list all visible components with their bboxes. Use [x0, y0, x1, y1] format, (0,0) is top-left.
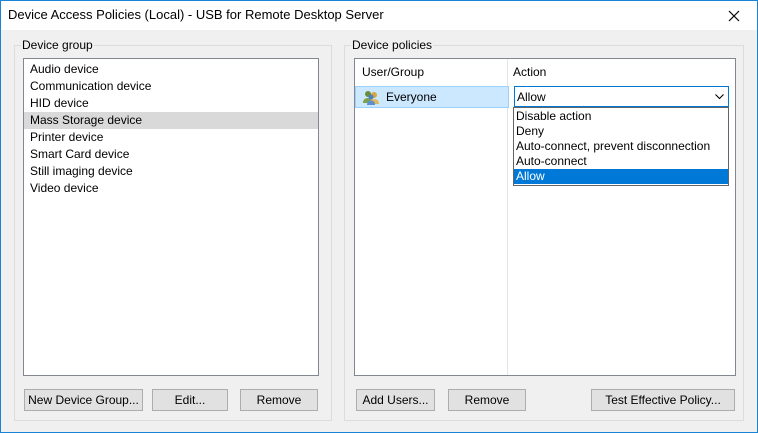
- action-combobox-value: Allow: [517, 89, 546, 104]
- list-item[interactable]: Mass Storage device: [24, 112, 318, 129]
- dialog-window: Device Access Policies (Local) - USB for…: [0, 0, 758, 433]
- device-policies-legend: Device policies: [351, 38, 434, 52]
- list-item[interactable]: HID device: [24, 95, 318, 112]
- list-item[interactable]: Smart Card device: [24, 146, 318, 163]
- list-item[interactable]: Still imaging device: [24, 163, 318, 180]
- column-divider-bottom: [507, 189, 508, 375]
- combo-arrow[interactable]: [710, 87, 728, 106]
- dropdown-option[interactable]: Disable action: [514, 109, 728, 124]
- policies-grid[interactable]: User/Group Action Everyone Allow: [354, 58, 736, 376]
- device-group-list[interactable]: Audio device Communication device HID devi…: [23, 58, 319, 376]
- policy-row[interactable]: Everyone: [355, 86, 509, 108]
- column-header-user-group[interactable]: User/Group: [356, 59, 424, 85]
- list-item[interactable]: Video device: [24, 180, 318, 197]
- action-dropdown-list[interactable]: Disable action Deny Auto-connect, prevent …: [513, 107, 729, 186]
- action-combobox[interactable]: Allow: [514, 86, 729, 107]
- column-header-action[interactable]: Action: [507, 59, 546, 85]
- edit-button[interactable]: Edit...: [152, 389, 228, 411]
- list-item[interactable]: Audio device: [24, 61, 318, 78]
- users-group-icon: [363, 91, 379, 105]
- dropdown-option[interactable]: Auto-connect, prevent disconnection: [514, 139, 728, 154]
- close-icon: [728, 10, 740, 21]
- list-item[interactable]: Communication device: [24, 78, 318, 95]
- list-item[interactable]: Printer device: [24, 129, 318, 146]
- action-options: Disable action Deny Auto-connect, prevent …: [514, 109, 728, 184]
- new-device-group-button[interactable]: New Device Group...: [24, 389, 143, 411]
- device-group-legend: Device group: [21, 38, 94, 52]
- dropdown-option[interactable]: Auto-connect: [514, 154, 728, 169]
- remove-group-button[interactable]: Remove: [240, 389, 318, 411]
- remove-policy-button[interactable]: Remove: [448, 389, 526, 411]
- dropdown-option[interactable]: Deny: [514, 124, 728, 139]
- user-cell: Everyone: [362, 88, 437, 106]
- device-group-items: Audio device Communication device HID devi…: [24, 61, 318, 197]
- add-users-button[interactable]: Add Users...: [356, 389, 435, 411]
- test-effective-policy-button[interactable]: Test Effective Policy...: [591, 389, 735, 411]
- title-bar: Device Access Policies (Local) - USB for…: [1, 1, 757, 30]
- dropdown-option[interactable]: Allow: [514, 169, 728, 184]
- close-button[interactable]: [711, 1, 757, 30]
- window-title: Device Access Policies (Local) - USB for…: [8, 7, 384, 22]
- grid-header: User/Group Action: [355, 59, 735, 85]
- chevron-down-icon: [714, 93, 724, 99]
- user-name: Everyone: [386, 90, 437, 104]
